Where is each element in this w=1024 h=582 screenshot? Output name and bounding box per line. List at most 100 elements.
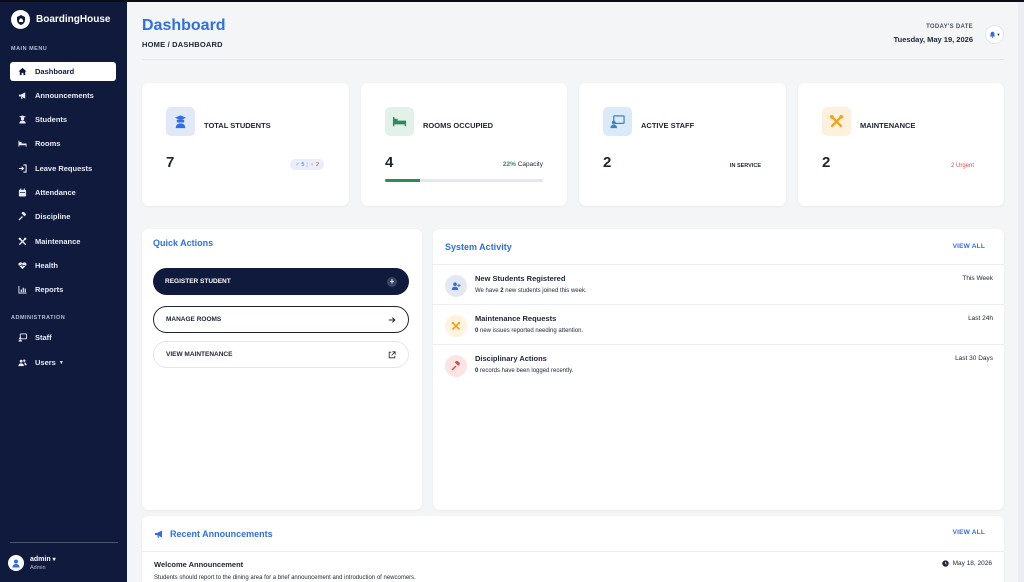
activity-item[interactable]: Disciplinary Actions 0 records have been… — [433, 345, 1004, 385]
tools-icon — [829, 114, 844, 128]
administration-label: ADMINISTRATION — [11, 315, 66, 321]
announcement-date-text: May 18, 2026 — [952, 560, 992, 567]
sidebar-item-label: Announcements — [35, 91, 94, 100]
tools-icon — [451, 321, 461, 331]
manage-rooms-button[interactable]: MANAGE ROOMS — [153, 306, 409, 333]
date-label: TODAY'S DATE — [926, 24, 973, 30]
stat-label: ACTIVE STAFF — [641, 121, 695, 130]
student-icon — [18, 115, 27, 124]
tools-icon-badge — [445, 315, 467, 337]
announcements-panel: Recent Announcements VIEW ALL Welcome An… — [142, 516, 1004, 582]
quick-actions-panel: Quick Actions REGISTER STUDENT + MANAGE … — [142, 229, 422, 510]
avatar — [8, 555, 24, 571]
sidebar-item-label: Leave Requests — [35, 164, 93, 173]
button-label: MANAGE ROOMS — [166, 316, 222, 323]
male-icon: ♂ — [295, 161, 300, 168]
sidebar-item-label: Reports — [35, 285, 64, 294]
user-menu[interactable]: admin ▾ Admin — [8, 555, 56, 571]
desc-prefix: We have — [475, 288, 501, 294]
female-count: 2 — [315, 161, 319, 168]
sidebar-item-dashboard[interactable]: Dashboard — [10, 62, 116, 81]
users-icon — [18, 359, 27, 367]
stat-value: 2 — [603, 154, 612, 171]
user-icon — [12, 559, 20, 568]
activity-title: Disciplinary Actions — [475, 354, 547, 363]
stat-card-students[interactable]: TOTAL STUDENTS 7 ♂ 5 | ♀ 2 — [142, 83, 349, 206]
sidebar-item-students[interactable]: Students — [10, 110, 116, 129]
sidebar-item-discipline[interactable]: Discipline — [10, 207, 116, 226]
gavel-icon — [18, 212, 27, 221]
sidebar-item-reports[interactable]: Reports — [10, 280, 116, 299]
activity-title: New Students Registered — [475, 274, 566, 283]
activity-description: 0 new issues reported needing attention. — [475, 328, 583, 334]
gender-breakdown-badge: ♂ 5 | ♀ 2 — [290, 159, 324, 170]
gavel-icon-badge — [445, 355, 467, 377]
capacity-progress-bar — [385, 179, 543, 182]
activity-item[interactable]: Maintenance Requests 0 new issues report… — [433, 305, 1004, 345]
staff-icon — [18, 333, 27, 342]
announcements-title: Recent Announcements — [170, 529, 273, 539]
stat-card-rooms[interactable]: ROOMS OCCUPIED 4 22% Capacity — [361, 83, 567, 206]
brand-logo-icon — [11, 10, 30, 29]
capacity-text: 22% Capacity — [503, 161, 543, 168]
stat-value: 7 — [166, 154, 175, 171]
view-maintenance-button[interactable]: VIEW MAINTENANCE — [153, 341, 409, 368]
brand[interactable]: BoardingHouse — [11, 10, 110, 29]
sidebar-item-staff[interactable]: Staff — [10, 328, 116, 347]
capacity-percent: 22% — [502, 161, 516, 168]
breadcrumb: HOME / DASHBOARD — [142, 40, 223, 49]
arrow-right-icon — [388, 316, 396, 323]
clock-icon — [941, 560, 949, 567]
sidebar-item-label: Maintenance — [35, 237, 81, 246]
user-name: admin — [30, 556, 51, 563]
scrollbar-track[interactable] — [1018, 2, 1024, 582]
window-top-edge — [0, 0, 1024, 2]
tools-icon-badge — [822, 107, 851, 136]
stat-card-staff[interactable]: ACTIVE STAFF 2 IN SERVICE — [579, 83, 786, 206]
sidebar-item-label: Attendance — [35, 188, 76, 197]
sidebar-item-label: Users — [35, 358, 56, 367]
sidebar-item-health[interactable]: Health — [10, 256, 116, 275]
sidebar-item-announcements[interactable]: Announcements — [10, 86, 116, 105]
system-activity-panel: System Activity VIEW ALL New Students Re… — [433, 229, 1004, 510]
sidebar-item-rooms[interactable]: Rooms — [10, 134, 116, 153]
button-label: VIEW MAINTENANCE — [166, 351, 233, 358]
chevron-down-icon: ▾ — [52, 557, 56, 563]
megaphone-icon — [18, 92, 26, 100]
view-all-activity-link[interactable]: VIEW ALL — [953, 243, 985, 250]
register-student-button[interactable]: REGISTER STUDENT + — [153, 268, 409, 295]
sidebar-item-label: Dashboard — [35, 67, 75, 76]
sidebar-item-maintenance[interactable]: Maintenance — [10, 232, 116, 251]
home-icon — [18, 67, 27, 76]
desc-suffix: records have been logged recently. — [478, 368, 574, 374]
capacity-progress-fill — [385, 179, 420, 182]
sidebar-item-users[interactable]: Users ▼ — [10, 353, 116, 372]
desc-suffix: new issues reported needing attention. — [478, 328, 584, 334]
announcements-header: Recent Announcements — [154, 529, 273, 539]
staff-icon-badge — [603, 107, 632, 136]
male-count: 5 — [301, 161, 305, 168]
user-role: Admin — [30, 565, 46, 571]
button-label: REGISTER STUDENT — [165, 278, 231, 285]
female-icon: ♀ — [309, 161, 314, 168]
announcement-title[interactable]: Welcome Announcement — [154, 560, 243, 569]
stat-value: 4 — [385, 154, 394, 171]
sidebar-item-leave-requests[interactable]: Leave Requests — [10, 159, 116, 178]
leave-icon — [18, 164, 27, 173]
sidebar-item-attendance[interactable]: Attendance — [10, 183, 116, 202]
bed-icon — [392, 116, 407, 127]
student-icon-badge — [166, 107, 195, 136]
notifications-button[interactable]: ▼ — [985, 25, 1004, 44]
date-value: Tuesday, May 19, 2026 — [893, 35, 973, 44]
stat-card-maintenance[interactable]: MAINTENANCE 2 2 Urgent — [798, 83, 1004, 206]
activity-item[interactable]: New Students Registered We have 2 new st… — [433, 265, 1004, 305]
bell-icon — [989, 31, 995, 38]
stat-label: TOTAL STUDENTS — [204, 121, 271, 130]
activity-title: Maintenance Requests — [475, 314, 557, 323]
view-all-announcements-link[interactable]: VIEW ALL — [953, 529, 985, 536]
staff-status: IN SERVICE — [729, 163, 761, 169]
sidebar-item-label: Students — [35, 115, 68, 124]
separator: | — [306, 161, 308, 168]
system-activity-title: System Activity — [445, 242, 512, 252]
chevron-down-icon: ▼ — [996, 32, 1001, 37]
